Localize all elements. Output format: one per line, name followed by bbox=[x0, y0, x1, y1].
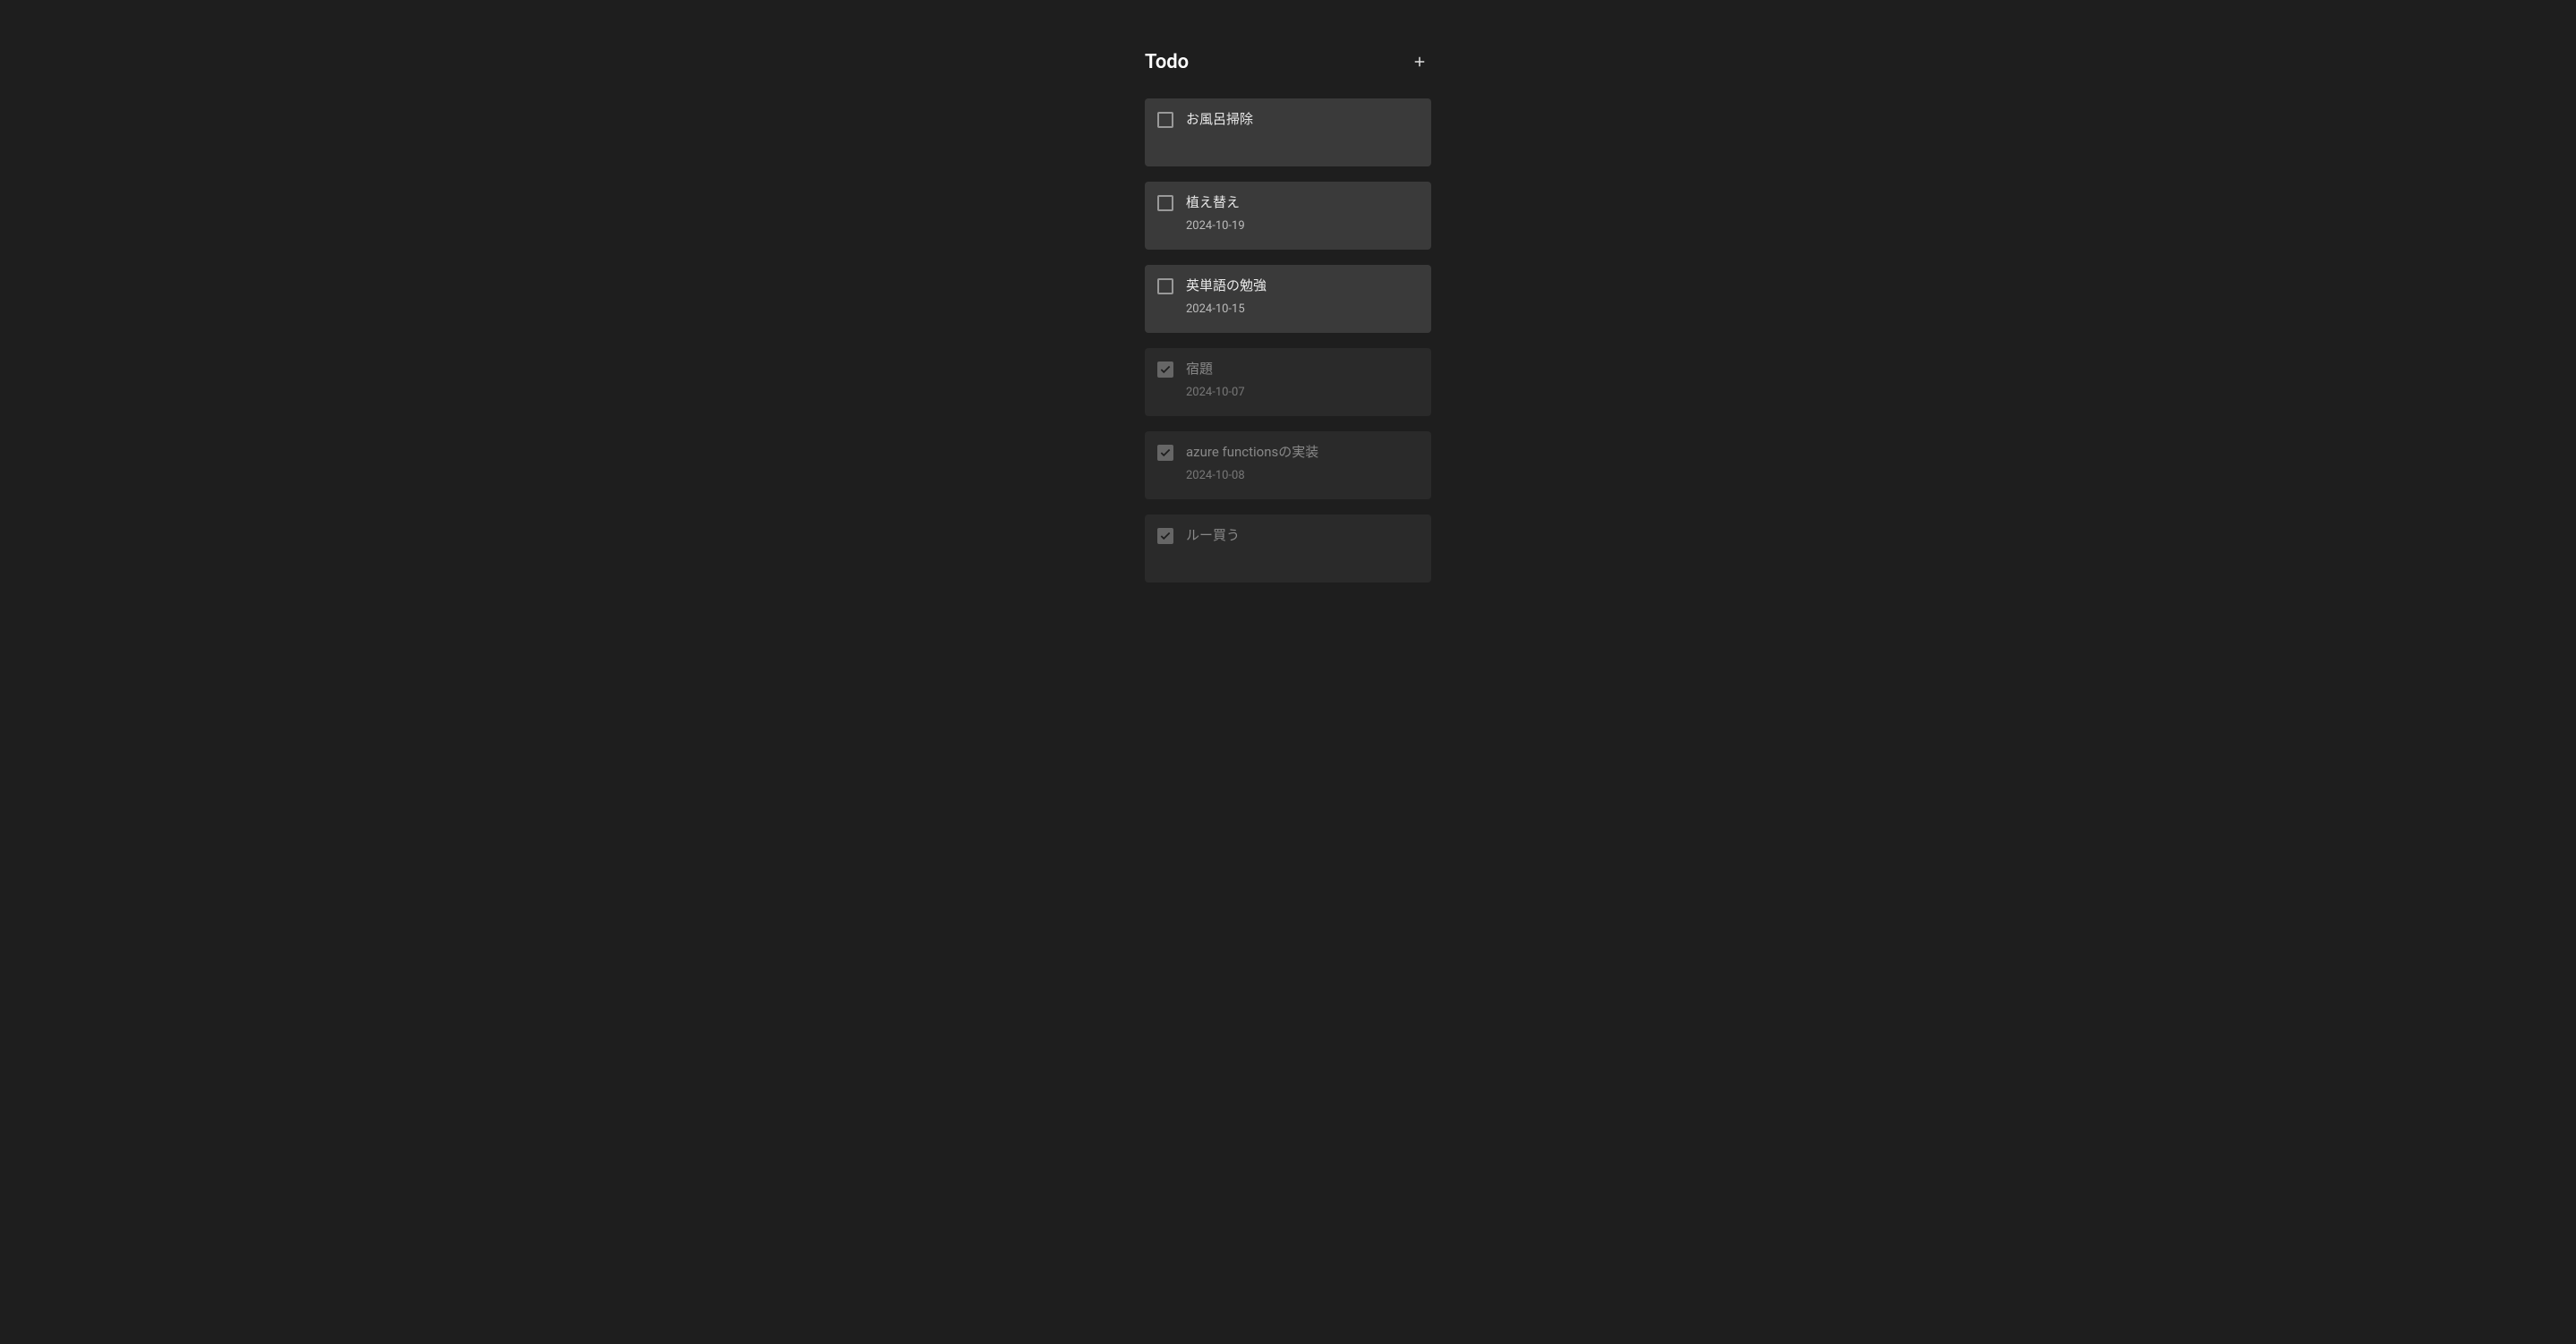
todo-checkbox[interactable] bbox=[1157, 362, 1173, 378]
todo-item[interactable]: azure functionsの実装 2024-10-08 bbox=[1145, 431, 1431, 499]
todo-checkbox[interactable] bbox=[1157, 195, 1173, 211]
todo-content: お風呂掃除 bbox=[1186, 111, 1419, 154]
todo-checkbox[interactable] bbox=[1157, 278, 1173, 294]
todo-date: 2024-10-07 bbox=[1186, 386, 1419, 399]
todo-date: 2024-10-19 bbox=[1186, 219, 1419, 233]
todo-item[interactable]: 英単語の勉強 2024-10-15 bbox=[1145, 265, 1431, 333]
todo-content: 英単語の勉強 2024-10-15 bbox=[1186, 277, 1419, 320]
add-todo-button[interactable] bbox=[1408, 50, 1431, 73]
todo-checkbox[interactable] bbox=[1157, 112, 1173, 128]
todo-title: ルー買う bbox=[1186, 527, 1419, 545]
todo-item[interactable]: 宿題 2024-10-07 bbox=[1145, 348, 1431, 416]
todo-date: 2024-10-08 bbox=[1186, 469, 1419, 482]
todo-content: 植え替え 2024-10-19 bbox=[1186, 194, 1419, 237]
todo-title: 植え替え bbox=[1186, 194, 1419, 212]
check-icon bbox=[1159, 530, 1172, 542]
todo-container: Todo お風呂掃除植え替え 2024-10-19 英単語の勉強 2024-10-15… bbox=[1145, 50, 1431, 1344]
todo-content: 宿題 2024-10-07 bbox=[1186, 361, 1419, 404]
todo-content: ルー買う bbox=[1186, 527, 1419, 570]
plus-icon bbox=[1412, 54, 1428, 70]
todo-checkbox[interactable] bbox=[1157, 445, 1173, 461]
todo-checkbox[interactable] bbox=[1157, 528, 1173, 544]
todo-title: azure functionsの実装 bbox=[1186, 444, 1419, 462]
todo-list: お風呂掃除植え替え 2024-10-19 英単語の勉強 2024-10-15 宿題 202… bbox=[1145, 98, 1431, 583]
todo-date: 2024-10-15 bbox=[1186, 302, 1419, 316]
check-icon bbox=[1159, 363, 1172, 376]
check-icon bbox=[1159, 447, 1172, 459]
todo-item[interactable]: お風呂掃除 bbox=[1145, 98, 1431, 166]
todo-title: お風呂掃除 bbox=[1186, 111, 1419, 129]
todo-item[interactable]: 植え替え 2024-10-19 bbox=[1145, 182, 1431, 250]
todo-item[interactable]: ルー買う bbox=[1145, 515, 1431, 583]
todo-title: 英単語の勉強 bbox=[1186, 277, 1419, 295]
page-title: Todo bbox=[1145, 51, 1189, 73]
todo-content: azure functionsの実装 2024-10-08 bbox=[1186, 444, 1419, 487]
header: Todo bbox=[1145, 50, 1431, 73]
todo-title: 宿題 bbox=[1186, 361, 1419, 379]
